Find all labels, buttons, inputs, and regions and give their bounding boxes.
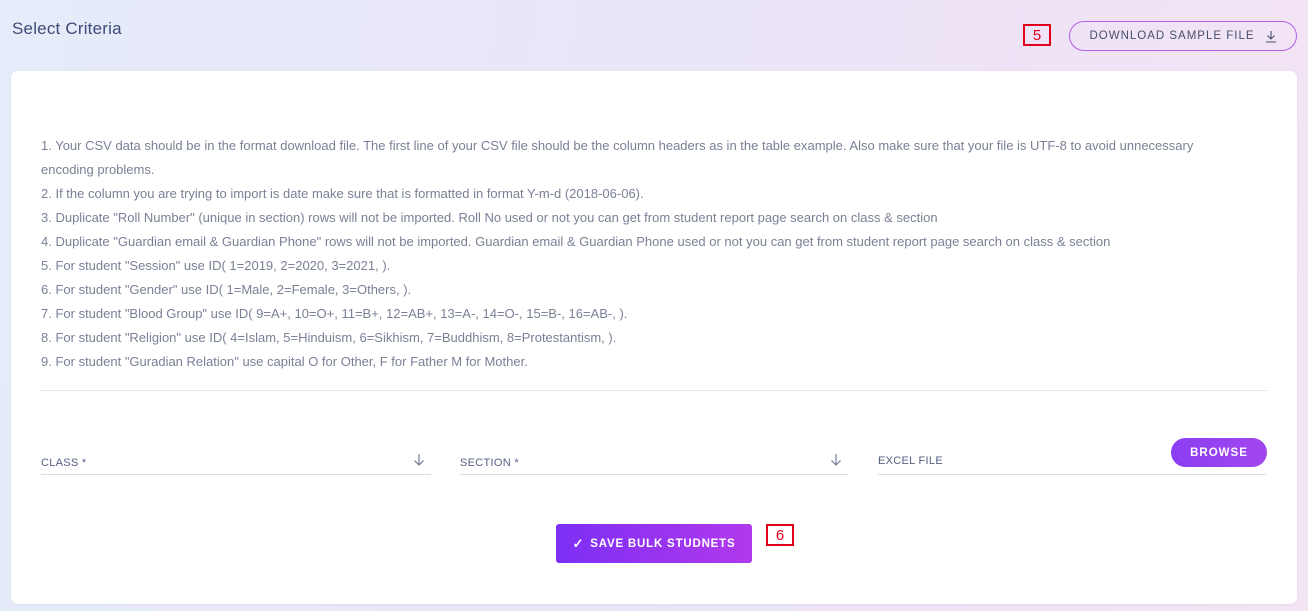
instruction-item: 2. If the column you are trying to impor… <box>41 186 644 201</box>
arrow-down-icon <box>414 454 424 466</box>
download-sample-file-button[interactable]: DOWNLOAD SAMPLE FILE <box>1069 21 1297 51</box>
check-icon: ✓ <box>572 535 585 551</box>
browse-button[interactable]: BROWSE <box>1171 438 1267 467</box>
instruction-item: 7. For student "Blood Group" use ID( 9=A… <box>41 306 628 321</box>
save-bulk-students-button[interactable]: ✓ SAVE BULK STUDNETS <box>556 524 752 563</box>
divider <box>41 390 1267 391</box>
instruction-item: 5. For student "Session" use ID( 1=2019,… <box>41 258 391 273</box>
instruction-item: 9. For student "Guradian Relation" use c… <box>41 354 528 369</box>
section-select[interactable]: SECTION * <box>460 451 848 475</box>
criteria-card: 1. Your CSV data should be in the format… <box>11 71 1297 604</box>
instruction-item: 6. For student "Gender" use ID( 1=Male, … <box>41 282 412 297</box>
annotation-marker-5: 5 <box>1023 24 1051 46</box>
arrow-down-icon <box>831 454 841 466</box>
download-sample-file-label: DOWNLOAD SAMPLE FILE <box>1089 30 1255 42</box>
instruction-item: 3. Duplicate "Roll Number" (unique in se… <box>41 210 938 225</box>
excel-file-label: EXCEL FILE <box>878 454 943 467</box>
instruction-item: 1. Your CSV data should be in the format… <box>41 138 1194 177</box>
class-label: CLASS * <box>41 456 87 469</box>
class-select[interactable]: CLASS * <box>41 451 431 475</box>
download-icon <box>1265 30 1276 43</box>
instruction-item: 8. For student "Religion" use ID( 4=Isla… <box>41 330 617 345</box>
section-label: SECTION * <box>460 456 519 469</box>
annotation-marker-6: 6 <box>766 524 794 546</box>
instruction-item: 4. Duplicate "Guardian email & Guardian … <box>41 234 1111 249</box>
save-bulk-students-label: SAVE BULK STUDNETS <box>590 537 736 550</box>
instructions-list: 1. Your CSV data should be in the format… <box>41 134 1246 374</box>
page-title: Select Criteria <box>12 19 122 38</box>
